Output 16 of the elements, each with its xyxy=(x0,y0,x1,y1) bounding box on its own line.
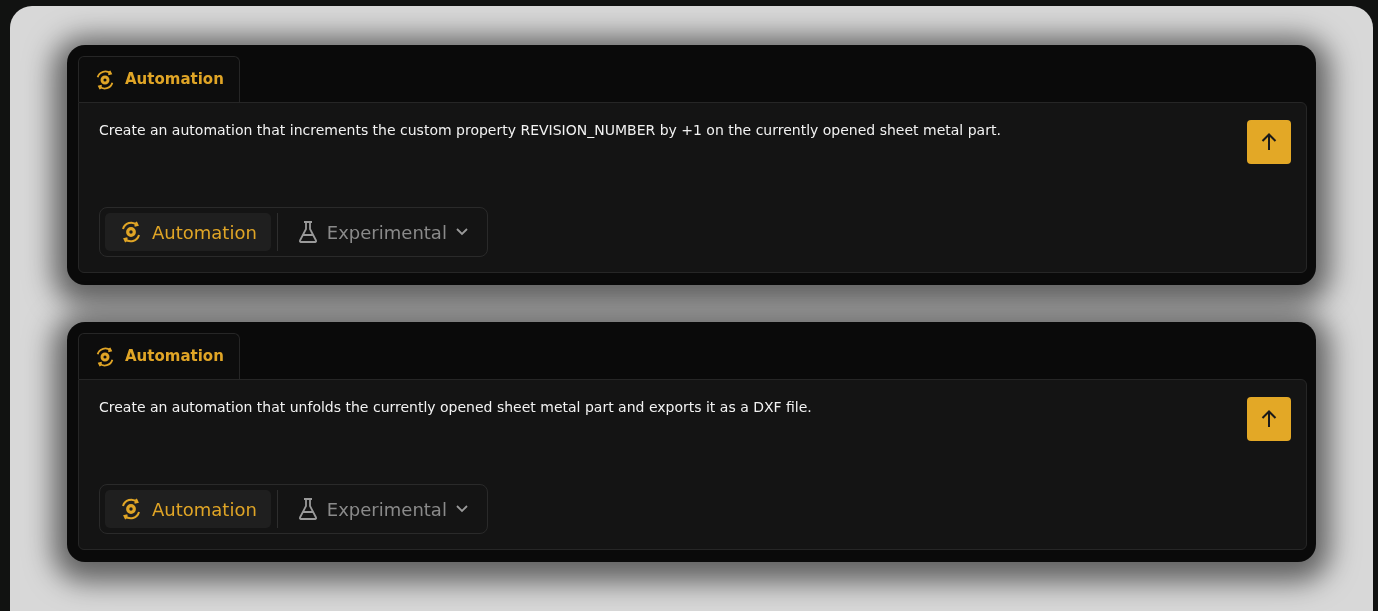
send-button[interactable] xyxy=(1247,397,1291,441)
mode-tab[interactable]: Automation xyxy=(78,56,240,102)
prompt-text[interactable]: Create an automation that increments the custom property REVISION_NUMBER by +1 on the currently opened sheet metal part. xyxy=(99,120,1001,141)
experimental-dropdown[interactable]: Experimental xyxy=(283,490,482,528)
automation-button[interactable]: Automation xyxy=(105,213,271,251)
prompt-text[interactable]: Create an automation that unfolds the currently opened sheet metal part and exports it as a DXF file. xyxy=(99,397,812,418)
automation-button[interactable]: Automation xyxy=(105,490,271,528)
arrow-up-icon xyxy=(1261,133,1277,151)
mode-tab[interactable]: Automation xyxy=(78,333,240,379)
flask-icon xyxy=(297,221,318,243)
caret-icon xyxy=(455,228,468,236)
experimental-dropdown[interactable]: Experimental xyxy=(283,213,482,251)
flask-icon xyxy=(297,498,318,520)
send-button[interactable] xyxy=(1247,120,1291,164)
arrow-up-icon xyxy=(1261,410,1277,428)
caret-icon xyxy=(455,505,468,513)
